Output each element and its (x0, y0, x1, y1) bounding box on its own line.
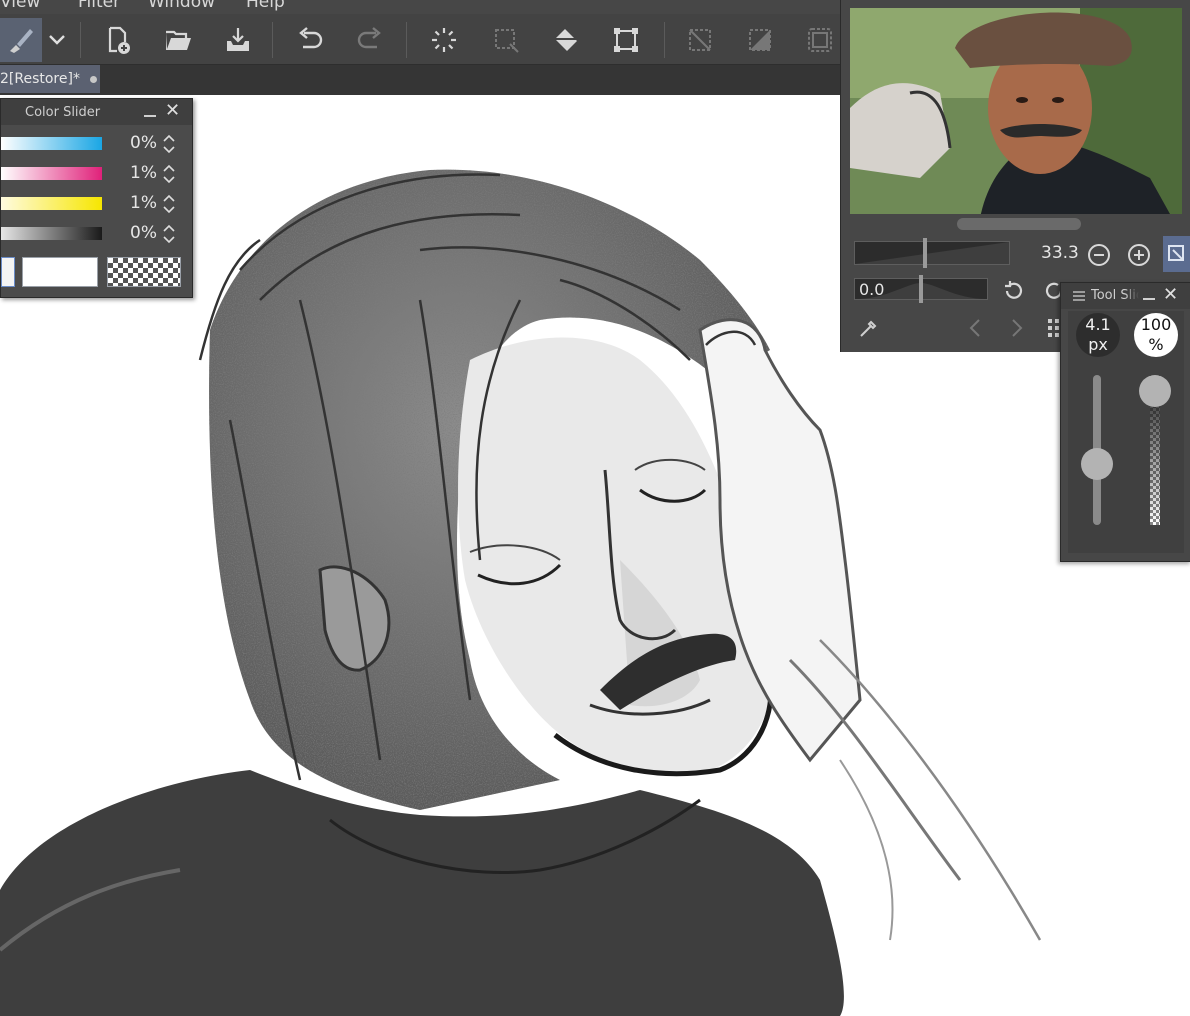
hide-selection-button[interactable] (678, 18, 722, 62)
chevron-left-icon[interactable] (965, 316, 985, 340)
fill-button[interactable] (544, 18, 588, 62)
opacity-slider-thumb[interactable] (1139, 375, 1171, 407)
tool-slider-titlebar[interactable]: Tool Slider ✕ (1061, 283, 1190, 309)
zoom-slider-fill (855, 242, 1009, 264)
opacity-badge[interactable]: 100 % (1134, 313, 1178, 357)
save-button[interactable] (216, 18, 260, 62)
menu-filter[interactable]: Filter (78, 0, 120, 12)
transparent-color-swatch[interactable] (107, 257, 181, 287)
rotation-slider-thumb[interactable] (919, 275, 923, 303)
yellow-slider-row[interactable]: 1% (1, 193, 192, 215)
opacity-value: 100 (1140, 315, 1172, 334)
document-tab-title: 2[Restore]* (0, 71, 80, 87)
transform-button[interactable] (604, 18, 648, 62)
document-tab[interactable]: 2[Restore]* (0, 65, 100, 93)
brush-size-slider-thumb[interactable] (1081, 448, 1113, 480)
hide-selection-icon (689, 29, 711, 51)
zoom-out-icon[interactable] (1087, 243, 1111, 267)
color-slider-panel: Color Slider ✕ 0% 1% 1% 0% (0, 98, 193, 298)
chevron-down-icon (49, 35, 65, 45)
tool-slider-title: Tool Slider (1091, 288, 1139, 303)
navigator-preview[interactable] (850, 8, 1182, 214)
dotted-square-icon (495, 29, 519, 53)
chevron-right-icon[interactable] (1007, 316, 1027, 340)
yellow-value[interactable]: 1% (113, 193, 157, 213)
selection-border-icon (808, 28, 832, 52)
select-all-button[interactable] (422, 18, 466, 62)
spinner-icon[interactable] (162, 222, 176, 246)
black-value[interactable]: 0% (113, 223, 157, 243)
minimize-icon[interactable] (1143, 298, 1155, 300)
tool-dropdown-button[interactable] (38, 18, 76, 62)
deselect-button[interactable] (484, 18, 528, 62)
yellow-slider-bar[interactable] (1, 197, 102, 210)
eyedropper-icon[interactable] (857, 316, 881, 340)
magenta-value[interactable]: 1% (113, 163, 157, 183)
cyan-slider-bar[interactable] (1, 137, 102, 150)
tool-slider-panel: Tool Slider ✕ 4.1 px 100 % (1060, 282, 1190, 562)
invert-selection-button[interactable] (738, 18, 782, 62)
close-icon[interactable]: ✕ (1163, 286, 1178, 304)
brush-tool-button[interactable] (0, 18, 42, 62)
transform-icon (614, 28, 638, 52)
folder-open-icon (166, 30, 191, 50)
magenta-slider-bar[interactable] (1, 167, 102, 180)
menu-window[interactable]: Window (148, 0, 215, 12)
menu-icon[interactable] (1073, 291, 1085, 301)
zoom-slider-thumb[interactable] (923, 238, 927, 268)
close-icon[interactable]: ✕ (165, 102, 180, 120)
rotate-left-icon[interactable] (1001, 278, 1027, 304)
selection-border-button[interactable] (798, 18, 842, 62)
invert-selection-icon (749, 29, 771, 51)
rotation-value[interactable]: 0.0 (859, 280, 884, 299)
open-file-button[interactable] (156, 18, 200, 62)
zoom-in-icon[interactable] (1127, 243, 1151, 267)
reference-photo (850, 8, 1182, 214)
new-file-icon (108, 26, 130, 54)
redo-button[interactable] (348, 18, 392, 62)
new-canvas-button[interactable] (96, 18, 140, 62)
opacity-unit: % (1148, 335, 1164, 354)
brush-size-badge[interactable]: 4.1 px (1076, 313, 1120, 357)
document-tab-bar: 2[Restore]* (0, 65, 845, 95)
command-bar (0, 14, 845, 65)
sub-color-swatch[interactable] (22, 257, 98, 287)
grid-icon[interactable] (1047, 318, 1061, 338)
minimize-icon[interactable] (144, 115, 156, 117)
spinner-icon[interactable] (162, 192, 176, 216)
color-slider-titlebar[interactable]: Color Slider ✕ (1, 99, 192, 125)
black-slider-row[interactable]: 0% (1, 223, 192, 245)
download-icon (227, 28, 249, 51)
black-slider-bar[interactable] (1, 227, 102, 240)
fit-view-button[interactable] (1163, 236, 1190, 272)
magenta-slider-row[interactable]: 1% (1, 163, 192, 185)
paint-bucket-icon (555, 29, 577, 51)
zoom-value[interactable]: 33.3 (1041, 243, 1079, 263)
cyan-value[interactable]: 0% (113, 133, 157, 153)
spinner-icon[interactable] (162, 132, 176, 156)
brush-size-unit: px (1088, 335, 1108, 354)
brush-icon (10, 29, 33, 53)
spinner-select-icon (432, 28, 456, 52)
brush-size-value: 4.1 (1085, 315, 1111, 334)
navigator-scrollbar[interactable] (957, 218, 1081, 230)
redo-icon (357, 27, 381, 49)
fit-view-icon (1168, 245, 1184, 261)
unsaved-dot-icon (89, 75, 97, 83)
undo-icon (299, 27, 323, 49)
menubar: View Filter Window Help (0, 0, 845, 14)
main-color-swatch[interactable] (1, 257, 15, 287)
undo-button[interactable] (288, 18, 332, 62)
menu-view[interactable]: View (0, 0, 40, 12)
tool-slider-body: 4.1 px 100 % (1068, 311, 1184, 553)
color-slider-title: Color Slider (25, 104, 101, 120)
menu-help[interactable]: Help (246, 0, 285, 12)
cyan-slider-row[interactable]: 0% (1, 133, 192, 155)
zoom-slider[interactable] (854, 238, 1010, 268)
spinner-icon[interactable] (162, 162, 176, 186)
